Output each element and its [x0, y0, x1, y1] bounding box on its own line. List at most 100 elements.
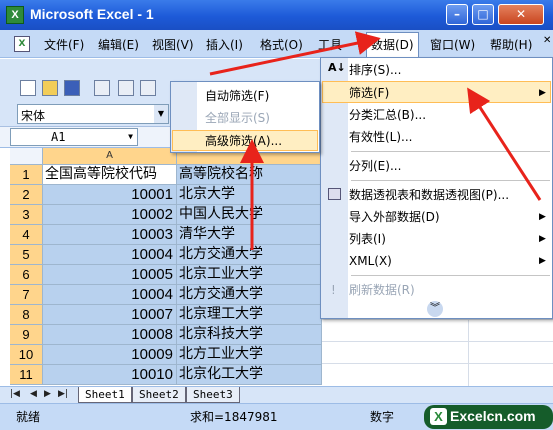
menu-item-refresh: 刷新数据(R) — [349, 283, 415, 297]
minimize-button[interactable]: – — [446, 4, 468, 25]
status-ready: 就绪 — [16, 410, 41, 424]
next-sheet-icon[interactable]: ▶ — [44, 389, 51, 399]
spelling-icon[interactable] — [140, 80, 156, 96]
row-header[interactable]: 7 — [10, 285, 43, 305]
cell-a[interactable]: 10005 — [43, 265, 177, 285]
cell-b[interactable]: 北京大学 — [177, 185, 322, 205]
menu-tools[interactable]: 工具 — [318, 36, 342, 53]
menu-item-text-to-columns[interactable]: 分列(E)... — [349, 155, 401, 177]
status-mode: 数字 — [370, 410, 395, 424]
menu-item-xml[interactable]: XML(X) ▶ — [349, 250, 549, 272]
cell-b[interactable]: 北方工业大学 — [177, 345, 322, 365]
column-header-a[interactable]: A — [43, 148, 177, 165]
cell-a[interactable]: 10003 — [43, 225, 177, 245]
status-sum: 求和=1847981 — [190, 410, 278, 424]
cell-a[interactable]: 10002 — [43, 205, 177, 225]
menu-bar: X 文件(F) 编辑(E) 视图(V) 插入(I) 格式(O) 工具 数据(D)… — [0, 30, 553, 58]
maximize-button[interactable]: □ — [472, 4, 494, 25]
sheet-tab-3[interactable]: Sheet3 — [186, 387, 240, 403]
menu-insert[interactable]: 插入(I) — [206, 36, 243, 53]
menu-item-xml-label: XML(X) — [349, 254, 392, 268]
menu-item-import-external[interactable]: 导入外部数据(D) ▶ — [349, 206, 549, 228]
font-name-value: 宋体 — [21, 109, 46, 123]
row-header[interactable]: 10 — [10, 345, 43, 365]
menu-edit[interactable]: 编辑(E) — [98, 36, 139, 53]
menu-item-subtotals[interactable]: 分类汇总(B)... — [349, 104, 426, 126]
cell-b[interactable]: 北京化工大学 — [177, 365, 322, 385]
font-name-select[interactable]: 宋体 ▼ — [17, 104, 169, 124]
menu-window[interactable]: 窗口(W) — [430, 36, 475, 53]
cell-a[interactable]: 10010 — [43, 365, 177, 385]
menu-item-advanced-filter[interactable]: 高级筛选(A)... — [205, 130, 282, 152]
last-sheet-icon[interactable]: ▶| — [58, 389, 68, 399]
save-icon[interactable] — [64, 80, 80, 96]
cell-b[interactable]: 中国人民大学 — [177, 205, 322, 225]
window-title: Microsoft Excel - 1 — [30, 6, 154, 22]
menu-file[interactable]: 文件(F) — [44, 36, 84, 53]
row-header[interactable]: 1 — [10, 165, 43, 185]
menu-item-sort[interactable]: 排序(S)... — [349, 59, 549, 81]
select-all-corner[interactable] — [10, 148, 43, 165]
prev-sheet-icon[interactable]: ◀ — [30, 389, 37, 399]
cell-b[interactable]: 高等院校名称 — [177, 165, 322, 185]
menu-item-validation[interactable]: 有效性(L)... — [349, 126, 413, 148]
cell-b[interactable]: 北京理工大学 — [177, 305, 322, 325]
menu-item-list[interactable]: 列表(I) ▶ — [349, 228, 549, 250]
submenu-arrow-icon: ▶ — [539, 212, 546, 222]
name-box-value: A1 — [51, 130, 66, 144]
cell-a[interactable]: 10008 — [43, 325, 177, 345]
row-header[interactable]: 9 — [10, 325, 43, 345]
row-header[interactable]: 5 — [10, 245, 43, 265]
cell-a[interactable]: 全国高等院校代码 — [43, 165, 177, 185]
name-box[interactable]: A1 ▼ — [10, 128, 138, 146]
cell-a[interactable]: 10004 — [43, 285, 177, 305]
menu-separator — [351, 275, 550, 276]
submenu-arrow-icon: ▶ — [539, 88, 546, 98]
row-header[interactable]: 8 — [10, 305, 43, 325]
open-icon[interactable] — [42, 80, 58, 96]
cell-a[interactable]: 10009 — [43, 345, 177, 365]
workbook-icon[interactable]: X — [14, 36, 30, 52]
cell-b[interactable]: 北京工业大学 — [177, 265, 322, 285]
menu-item-import-label: 导入外部数据(D) — [349, 210, 440, 224]
cell-b[interactable]: 北京科技大学 — [177, 325, 322, 345]
sort-ascending-icon: A↓ — [328, 61, 346, 74]
menu-item-pivot-table[interactable]: 数据透视表和数据透视图(P)... — [349, 184, 509, 206]
row-header[interactable]: 2 — [10, 185, 43, 205]
cell-a[interactable]: 10001 — [43, 185, 177, 205]
submenu-arrow-icon: ▶ — [539, 256, 546, 266]
first-sheet-icon[interactable]: |◀ — [10, 389, 20, 399]
doc-close-icon[interactable]: ✕ — [543, 35, 551, 46]
print-preview-icon[interactable] — [118, 80, 134, 96]
cell-b[interactable]: 北方交通大学 — [177, 285, 322, 305]
menu-help[interactable]: 帮助(H) — [490, 36, 532, 53]
menu-item-filter[interactable]: 筛选(F) ▶ — [349, 82, 549, 104]
cell-a[interactable]: 10007 — [43, 305, 177, 325]
row-header[interactable]: 4 — [10, 225, 43, 245]
menu-item-filter-label: 筛选(F) — [349, 86, 390, 100]
chevron-down-icon[interactable]: ▼ — [128, 129, 133, 145]
sheet-tab-1[interactable]: Sheet1 — [78, 387, 132, 403]
new-icon[interactable] — [20, 80, 36, 96]
sheet-tab-bar: |◀ ◀ ▶ ▶| Sheet1 Sheet2 Sheet3 — [0, 386, 553, 403]
logo-text: Excelcn.com — [450, 408, 536, 424]
pivot-table-icon — [328, 188, 341, 200]
menu-format[interactable]: 格式(O) — [260, 36, 303, 53]
cell-b[interactable]: 北方交通大学 — [177, 245, 322, 265]
expand-menu-icon[interactable]: ︾ — [427, 301, 443, 317]
sheet-tab-2[interactable]: Sheet2 — [132, 387, 186, 403]
cell-b[interactable]: 清华大学 — [177, 225, 322, 245]
row-header[interactable]: 3 — [10, 205, 43, 225]
title-bar: X Microsoft Excel - 1 – □ ✕ — [0, 0, 553, 30]
menu-data[interactable]: 数据(D) — [366, 32, 419, 58]
logo-mark: X — [430, 408, 447, 425]
menu-item-autofilter[interactable]: 自动筛选(F) — [205, 85, 269, 107]
row-header[interactable]: 11 — [10, 365, 43, 385]
row-header[interactable]: 6 — [10, 265, 43, 285]
chevron-down-icon[interactable]: ▼ — [154, 105, 168, 123]
worksheet-grid[interactable]: A B 1 全国高等院校代码 高等院校名称 2 10001 北京大学 3 10002 中国人民大… — [10, 148, 322, 386]
cell-a[interactable]: 10004 — [43, 245, 177, 265]
menu-view[interactable]: 视图(V) — [152, 36, 194, 53]
close-button[interactable]: ✕ — [498, 4, 544, 25]
print-icon[interactable] — [94, 80, 110, 96]
